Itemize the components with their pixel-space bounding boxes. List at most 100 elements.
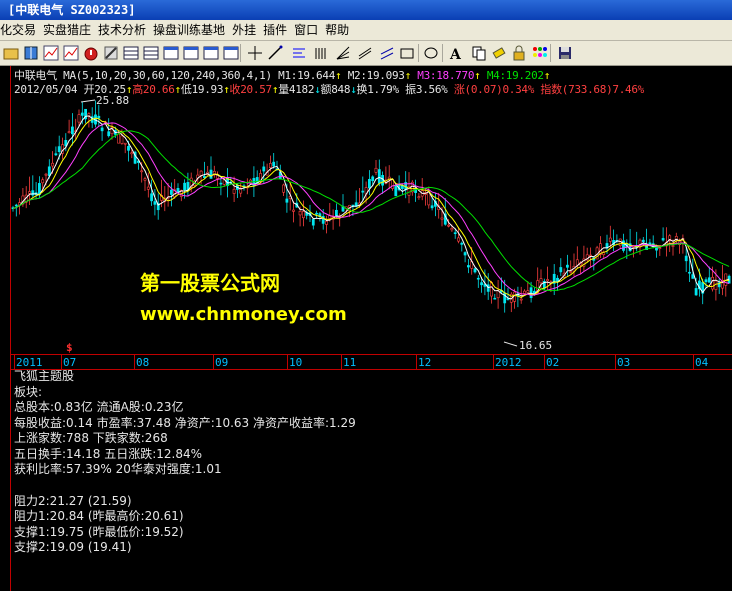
candle-body (301, 211, 305, 219)
ellipse-icon[interactable] (422, 44, 440, 62)
axis-tick-label: 02 (546, 356, 560, 369)
candle-body (311, 219, 315, 226)
window-icon[interactable] (202, 44, 220, 62)
text-tool-icon[interactable]: A (446, 44, 464, 62)
sector-label: 板块: (14, 384, 43, 399)
grid-icon[interactable] (122, 44, 140, 62)
candle-body (325, 221, 328, 225)
menu-item-live-hunt[interactable]: 实盘猎庄 (43, 20, 98, 40)
menu-item-technical-analysis[interactable]: 技术分析 (98, 20, 153, 40)
line-icon[interactable] (266, 44, 284, 62)
candle-body (298, 210, 302, 216)
candle-body (377, 169, 381, 184)
window-icon[interactable] (222, 44, 240, 62)
candlestick-chart[interactable] (11, 94, 732, 354)
axis-tick-line (14, 355, 15, 369)
candle-body (447, 224, 451, 227)
palette-icon[interactable] (530, 44, 548, 62)
parallel-lines-icon[interactable] (356, 44, 374, 62)
profit-ratio: 获利比率:57.39% 20华泰对强度:1.01 (14, 462, 222, 476)
window-title: [中联电气 SZ002323] (8, 3, 136, 17)
candle-body (608, 237, 612, 242)
candle-body (51, 162, 55, 167)
candle-body (526, 290, 530, 293)
text-align-icon[interactable] (290, 44, 308, 62)
candle-body (153, 201, 157, 205)
low-pointer (503, 341, 518, 347)
axis-tick-line (693, 355, 694, 369)
toolbar-separator (418, 44, 419, 62)
candle-body (440, 217, 444, 220)
resistance-1: 阻力1:20.84 (昨最高价:20.61) (14, 509, 184, 523)
capital-info: 总股本:0.83亿 流通A股:0.23亿 (14, 400, 184, 414)
candle-body (539, 278, 543, 284)
candle-body (575, 259, 579, 266)
menu-item-help[interactable]: 帮助 (325, 20, 356, 40)
axis-tick-label: 12 (418, 356, 432, 369)
grid-icon[interactable] (142, 44, 160, 62)
candle-body (87, 113, 91, 116)
eraser-icon[interactable] (490, 44, 508, 62)
lock-icon[interactable] (510, 44, 528, 62)
candle-body (371, 176, 375, 182)
candle-body (466, 265, 470, 268)
candle-body (219, 182, 223, 185)
candle-body (97, 115, 101, 119)
candle-body (361, 190, 365, 193)
candle-body (315, 212, 319, 215)
ma4-line (12, 130, 730, 292)
axis-tick-line (287, 355, 288, 369)
candle-body (70, 126, 74, 135)
window-icon[interactable] (162, 44, 180, 62)
alarm-icon[interactable] (82, 44, 100, 62)
candle-body (453, 232, 457, 234)
axis-tick-label: 07 (63, 356, 77, 369)
chart-icon[interactable] (42, 44, 60, 62)
candle-body (671, 245, 675, 247)
axis-tick-line (544, 355, 545, 369)
candle-body (569, 271, 573, 273)
candle-body (170, 189, 173, 195)
candle-body (529, 287, 533, 298)
candle-body (41, 179, 45, 184)
save-icon[interactable] (556, 44, 574, 62)
candle-body (100, 127, 104, 132)
candle-body (150, 193, 154, 202)
bars-icon[interactable] (312, 44, 330, 62)
menu-item-trade[interactable]: 化交易 (0, 20, 43, 40)
candle-body (714, 280, 718, 290)
axis-tick-label: 09 (215, 356, 229, 369)
candle-body (417, 196, 421, 199)
event-marker[interactable]: $ (66, 341, 73, 354)
book-icon[interactable] (22, 44, 40, 62)
candle-body (622, 240, 625, 251)
axis-tick-line (213, 355, 214, 369)
candle-body (430, 205, 434, 209)
candle-body (203, 175, 206, 178)
candle-body (480, 282, 484, 286)
candle-body (546, 279, 550, 282)
candle-body (565, 264, 569, 268)
candle-body (641, 239, 645, 243)
candle-body (476, 277, 480, 280)
open-icon[interactable] (2, 44, 20, 62)
menu-item-plugins-ext[interactable]: 外挂 (232, 20, 263, 40)
copy-icon[interactable] (470, 44, 488, 62)
menu-item-addons[interactable]: 插件 (263, 20, 294, 40)
edit-icon[interactable] (102, 44, 120, 62)
rectangle-icon[interactable] (398, 44, 416, 62)
window-icon[interactable] (182, 44, 200, 62)
candle-body (44, 173, 48, 176)
chart-icon[interactable] (62, 44, 80, 62)
candle-body (54, 153, 58, 156)
candle-body (367, 178, 371, 189)
fan-icon[interactable] (334, 44, 352, 62)
ma2-line (12, 117, 730, 298)
menu-item-training[interactable]: 操盘训练基地 (153, 20, 232, 40)
cross-cursor-icon[interactable] (246, 44, 264, 62)
candle-body (123, 142, 127, 145)
toolbar-separator (442, 44, 443, 62)
channel-icon[interactable] (378, 44, 396, 62)
block-title: 飞狐主题股 (14, 369, 75, 383)
menu-item-window[interactable]: 窗口 (294, 20, 325, 40)
